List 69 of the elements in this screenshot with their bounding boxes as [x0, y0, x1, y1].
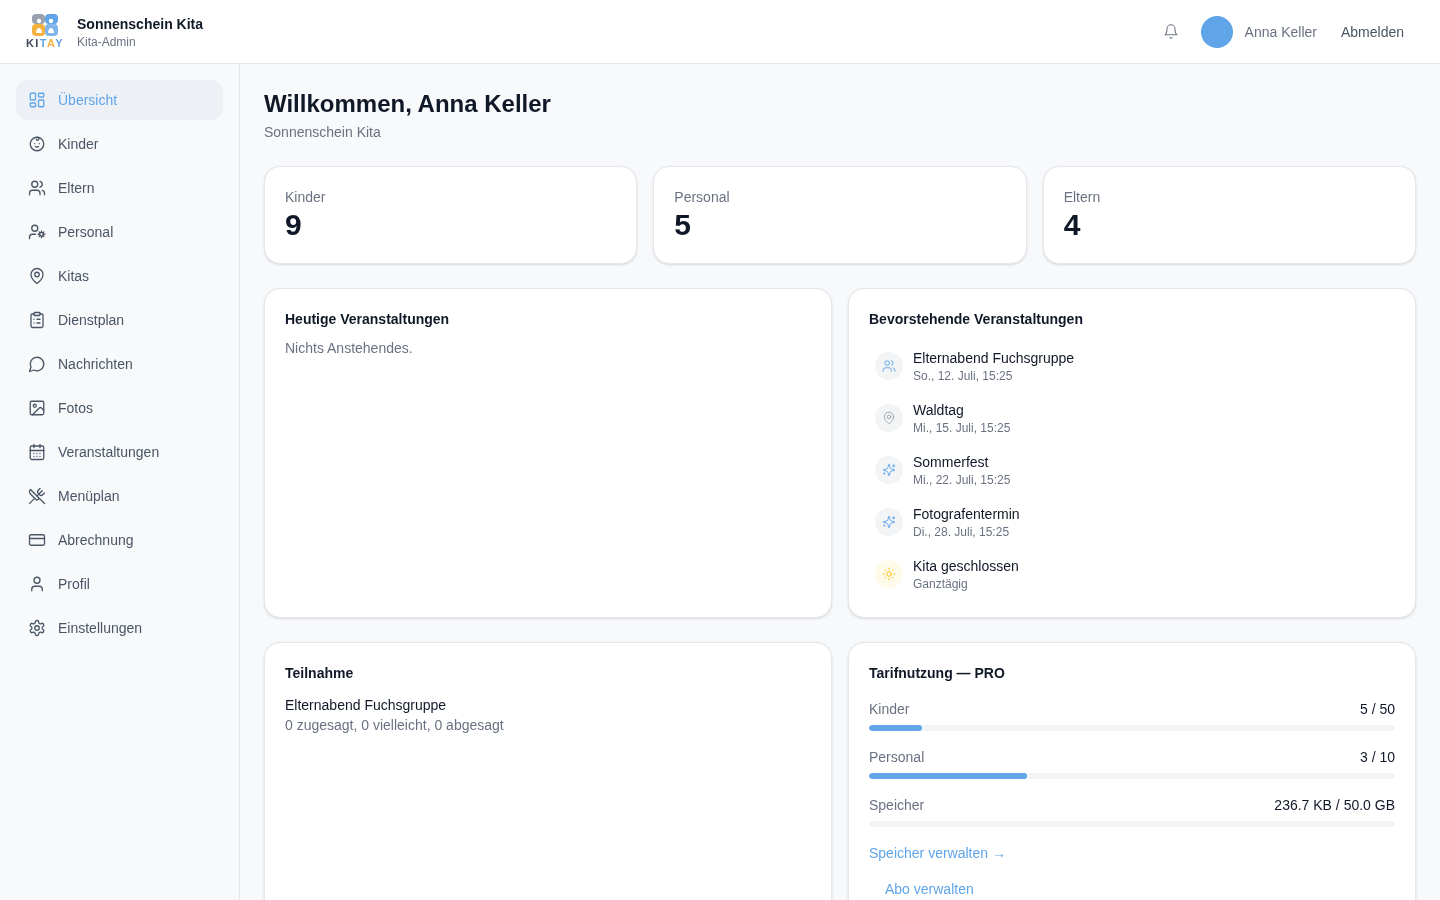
- grid-icon: [28, 91, 46, 109]
- user-name: Anna Keller: [1244, 22, 1317, 42]
- card-title: Bevorstehende Veranstaltungen: [869, 310, 1084, 329]
- sidebar-item[interactable]: Fotos: [16, 388, 223, 428]
- usage-reading: 3 / 10: [1359, 748, 1395, 767]
- card-title: Heutige Veranstaltungen: [285, 310, 451, 329]
- event-title: Sommerfest: [913, 453, 990, 472]
- logout-button[interactable]: Abmelden: [1328, 15, 1416, 48]
- credit-card-icon: [28, 531, 46, 549]
- users-icon: [875, 352, 903, 380]
- avatar-icon: [1200, 15, 1233, 48]
- card-title: Teilnahme: [285, 664, 355, 683]
- sidebar-item[interactable]: Abrechnung: [16, 520, 223, 560]
- image-icon: [28, 399, 46, 417]
- sidebar-item[interactable]: Dienstplan: [16, 300, 223, 340]
- event-time: Di., 28. Juli, 15:25: [913, 524, 1011, 540]
- page-subtitle: Sonnenschein Kita: [264, 123, 382, 142]
- usage-reading: 236.7 KB / 50.0 GB: [1274, 796, 1395, 815]
- stat-value: 9: [285, 207, 303, 243]
- map-pin-icon: [875, 404, 903, 432]
- baby-face-icon: [28, 135, 46, 153]
- calendar-icon: [28, 443, 46, 461]
- chat-bubble-icon: [28, 355, 46, 373]
- usage-label: Personal: [869, 748, 925, 767]
- map-pin-icon: [28, 267, 46, 285]
- sidebar-item[interactable]: Eltern: [16, 168, 223, 208]
- page-title: Willkommen, Anna Keller: [264, 89, 552, 119]
- org-name: Sonnenschein Kita: [77, 14, 204, 34]
- sun-icon: [875, 560, 903, 588]
- stat-label: Eltern: [1063, 188, 1102, 207]
- event-title: Waldtag: [913, 401, 965, 420]
- clipboard-icon: [28, 311, 46, 329]
- stat-value: 5: [674, 207, 692, 243]
- user-gear-icon: [28, 223, 46, 241]
- sidebar-item[interactable]: Menüplan: [16, 476, 223, 516]
- sidebar-item[interactable]: Einstellungen: [16, 608, 223, 648]
- users-icon: [28, 179, 46, 197]
- event-time: Mi., 22. Juli, 15:25: [913, 472, 1011, 488]
- sparkles-icon: [875, 456, 903, 484]
- sidebar-item[interactable]: Personal: [16, 212, 223, 252]
- event-title: Elternabend Fuchsgruppe: [285, 696, 448, 715]
- sidebar-item[interactable]: Kinder: [16, 124, 223, 164]
- logo-wordmark: KITAY: [26, 38, 64, 49]
- attendance-summary: 0 zugesagt, 0 vielleicht, 0 abgesagt: [285, 716, 505, 735]
- stat-label: Kinder: [285, 188, 327, 207]
- logo-icon: [32, 14, 58, 36]
- sidebar-item[interactable]: Nachrichten: [16, 344, 223, 384]
- usage-label: Kinder: [869, 700, 910, 719]
- sidebar-item[interactable]: Veranstaltungen: [16, 432, 223, 472]
- sidebar-item[interactable]: Kitas: [16, 256, 223, 296]
- role-label: Kita-Admin: [77, 33, 137, 50]
- event-time: So., 12. Juli, 15:25: [913, 368, 1014, 384]
- stat-value: 4: [1063, 207, 1082, 243]
- event-time: Ganztägig: [913, 576, 969, 592]
- crossed-utensils-icon: [28, 487, 46, 505]
- card-title: Tarifnutzung — PRO: [869, 664, 1006, 683]
- event-title: Kita geschlossen: [913, 557, 1019, 576]
- stat-label: Personal: [674, 188, 731, 207]
- event-time: Mi., 15. Juli, 15:25: [913, 420, 1011, 436]
- empty-state-text: Nichts Anstehendes.: [285, 339, 414, 358]
- event-title: Elternabend Fuchsgruppe: [913, 349, 1075, 368]
- usage-reading: 5 / 50: [1359, 700, 1395, 719]
- usage-label: Speicher: [869, 796, 925, 815]
- sidebar-item[interactable]: Profil: [16, 564, 223, 604]
- user-icon: [28, 575, 46, 593]
- sparkles-icon: [875, 508, 903, 536]
- event-title: Fotografentermin: [913, 505, 1020, 524]
- bell-icon[interactable]: [1162, 23, 1179, 40]
- settings-icon: [28, 619, 46, 637]
